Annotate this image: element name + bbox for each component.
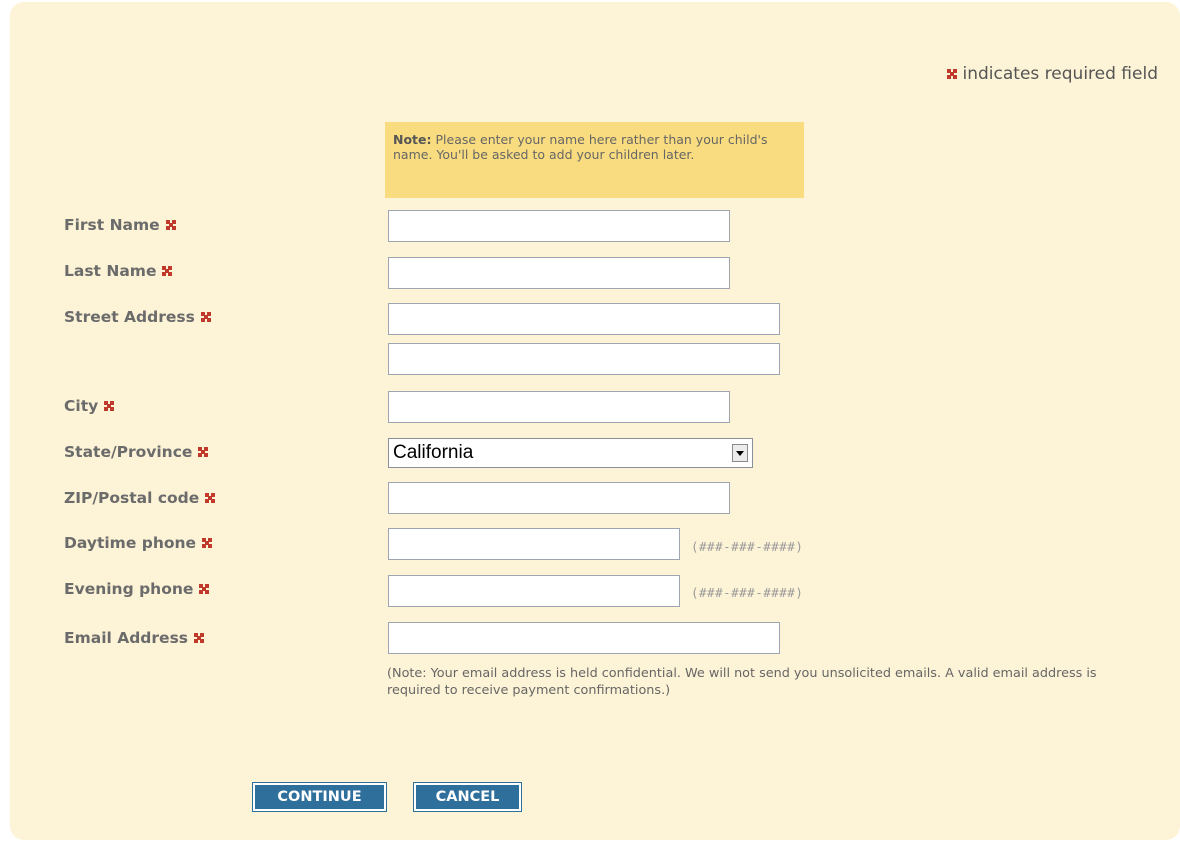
state-label-text: State/Province [64, 443, 193, 461]
required-star-icon [103, 400, 115, 412]
required-star-icon [204, 492, 216, 504]
required-star-icon [200, 311, 212, 323]
street-address-label-text: Street Address [64, 308, 195, 326]
first-name-input[interactable] [388, 210, 730, 242]
street-address-line2-input[interactable] [388, 343, 780, 375]
evening-phone-input[interactable] [388, 575, 680, 607]
last-name-label: Last Name [64, 262, 173, 280]
city-input[interactable] [388, 391, 730, 423]
email-input[interactable] [388, 622, 780, 654]
state-select[interactable]: California [388, 438, 753, 468]
dropdown-arrow-icon[interactable] [732, 444, 748, 462]
city-label-text: City [64, 397, 99, 415]
required-star-icon [161, 265, 173, 277]
daytime-phone-label: Daytime phone [64, 534, 213, 552]
zip-input[interactable] [388, 482, 730, 514]
required-star-icon [201, 537, 213, 549]
street-address-line1-input[interactable] [388, 303, 780, 335]
required-legend-text: indicates required field [962, 64, 1158, 84]
first-name-label: First Name [64, 216, 177, 234]
first-name-label-text: First Name [64, 216, 160, 234]
zip-label-text: ZIP/Postal code [64, 489, 200, 507]
required-legend: indicates required field [946, 64, 1158, 84]
required-star-icon [197, 446, 209, 458]
daytime-phone-label-text: Daytime phone [64, 534, 197, 552]
cancel-button[interactable]: CANCEL [414, 783, 521, 811]
email-label-text: Email Address [64, 629, 189, 647]
required-star-icon [165, 219, 177, 231]
state-label: State/Province [64, 443, 209, 461]
state-select-value: California [393, 442, 474, 463]
street-address-label: Street Address [64, 308, 212, 326]
daytime-phone-input[interactable] [388, 528, 680, 560]
continue-button[interactable]: CONTINUE [253, 783, 386, 811]
zip-label: ZIP/Postal code [64, 489, 216, 507]
evening-phone-label: Evening phone [64, 580, 210, 598]
email-note: (Note: Your email address is held confid… [387, 666, 1097, 698]
name-note-label: Note: [393, 132, 432, 147]
required-star-icon [193, 632, 205, 644]
required-star-icon [198, 583, 210, 595]
name-note-text: Please enter your name here rather than … [393, 132, 768, 162]
email-label: Email Address [64, 629, 205, 647]
last-name-label-text: Last Name [64, 262, 157, 280]
evening-phone-hint: (###-###-####) [691, 585, 804, 600]
last-name-input[interactable] [388, 257, 730, 289]
daytime-phone-hint: (###-###-####) [691, 539, 804, 554]
name-note: Note: Please enter your name here rather… [385, 122, 804, 198]
required-star-icon [946, 68, 958, 80]
city-label: City [64, 397, 115, 415]
evening-phone-label-text: Evening phone [64, 580, 194, 598]
